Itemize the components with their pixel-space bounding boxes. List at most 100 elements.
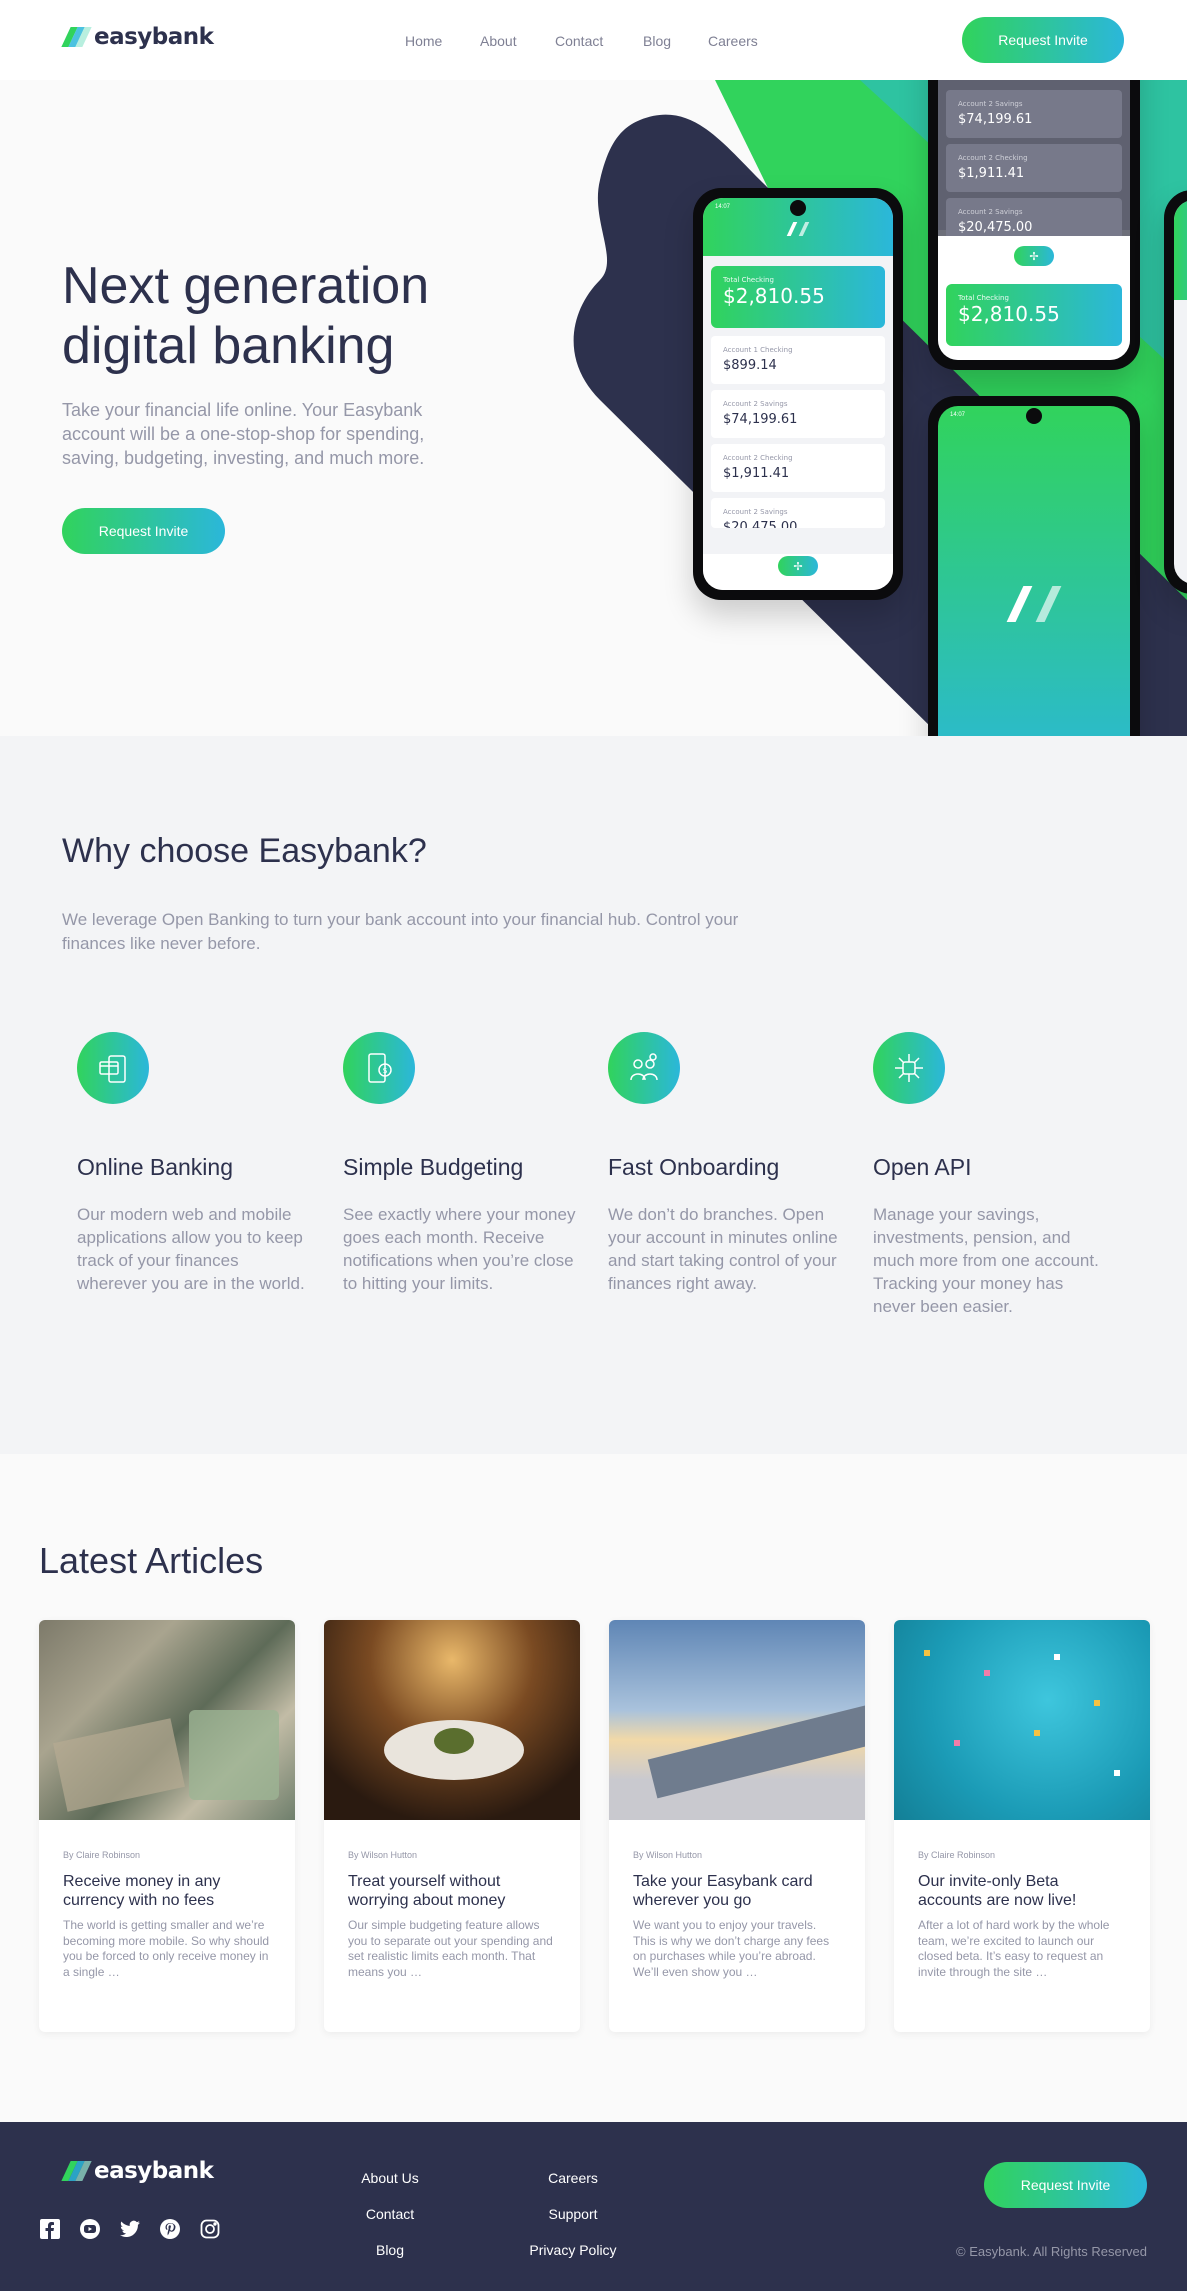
account-value: $1,911.41 [723,466,790,481]
footer-link-support[interactable]: Support [548,2206,597,2222]
feature-text: Our modern web and mobile applications a… [77,1205,305,1293]
account-value: $20,475.00 [723,520,798,528]
account-label: Account 2 Savings [723,400,788,408]
hero-title: Next generation digital banking [62,257,430,375]
why-description: We leverage Open Banking to turn your ba… [62,910,739,953]
footer-link-blog[interactable]: Blog [376,2242,404,2258]
hero-request-invite-button[interactable]: Request Invite [62,508,225,554]
account-label: Account 2 Checking [723,454,793,462]
total-value: $2,810.55 [723,284,825,308]
instagram-icon[interactable] [199,2218,220,2239]
total-checking-card: Total Checking $2,810.55 [711,266,885,328]
brand-name: easybank [94,2158,214,2184]
status-time: 14:07 [715,204,731,210]
article-card[interactable]: By Wilson Hutton Take your Easybank card… [609,1620,865,2032]
nav-blog[interactable]: Blog [643,33,671,49]
article-author: By Claire Robinson [63,1850,141,1860]
article-image-restaurant [324,1620,580,1820]
article-title[interactable]: Take your Easybank card wherever you go [633,1872,841,1910]
account-value: $1,911.41 [958,166,1025,181]
article-excerpt: After a lot of hard work by the whole te… [918,1918,1110,1979]
article-excerpt: Our simple budgeting feature allows you … [348,1918,553,1979]
nav-home[interactable]: Home [405,33,442,49]
article-author: By Wilson Hutton [633,1850,703,1860]
account-row: Account 1 Checking $899.14 [711,336,885,384]
hero-description: Take your financial life online. Your Ea… [62,400,425,468]
account-value: $74,199.61 [958,112,1033,127]
budgeting-icon: $ [343,1032,415,1104]
account-value: $74,199.61 [723,412,798,427]
article-card[interactable]: By Wilson Hutton Treat yourself without … [324,1620,580,2032]
total-label: Total Checking [723,276,774,284]
site-footer: easybank About Us Contact Blog Careers S… [0,2122,1187,2291]
feature-text: Manage your savings, investments, pensio… [873,1205,1099,1316]
nav-about[interactable]: About [480,33,517,49]
account-row: Account 2 Savings $74,199.61 [946,90,1122,138]
total-checking-card: Total Checking $2,810.55 [946,284,1122,346]
copyright: © Easybank. All Rights Reserved [956,2244,1147,2259]
add-icon: ✢ [778,556,818,576]
account-label: Account 2 Savings [723,508,788,516]
footer-link-careers[interactable]: Careers [548,2170,598,2186]
feature-text: We don’t do branches. Open your account … [608,1205,838,1293]
online-banking-icon [77,1032,149,1104]
article-card[interactable]: By Claire Robinson Receive money in any … [39,1620,295,2032]
twitter-icon[interactable] [119,2218,140,2239]
total-value: $2,810.55 [958,302,1060,326]
account-label: Account 1 Checking [723,346,793,354]
nav-contact[interactable]: Contact [555,33,603,49]
feature-title: Simple Budgeting [343,1154,524,1180]
phone-mockup-dashboard: 14:07 Total Checking $2,810.55 Account 1… [693,188,903,600]
logo-mark-icon [61,27,92,47]
why-section: Why choose Easybank? We leverage Open Ba… [0,736,1187,1454]
footer-link-contact[interactable]: Contact [366,2206,414,2222]
status-time: 14:07 [950,412,966,418]
brand-name: easybank [94,24,214,50]
onboarding-icon [608,1032,680,1104]
youtube-icon[interactable] [79,2218,100,2239]
footer-link-about[interactable]: About Us [361,2170,419,2186]
account-value: $899.14 [723,358,777,373]
account-label: Account 2 Savings [958,208,1023,216]
article-image-airplane [609,1620,865,1820]
feature-fast-onboarding: Fast Onboarding We don’t do branches. Op… [608,1032,848,1295]
phone-mockup-splash: 14:07 [928,396,1140,736]
articles-section: Latest Articles By Claire Robinson Recei… [0,1454,1187,2122]
social-links [39,2218,220,2239]
why-title: Why choose Easybank? [62,832,427,870]
pinterest-icon[interactable] [159,2218,180,2239]
phone-mockup-edge [1164,190,1187,594]
article-title[interactable]: Our invite-only Beta accounts are now li… [918,1872,1126,1910]
header-request-invite-button[interactable]: Request Invite [962,17,1124,63]
svg-text:$: $ [383,1066,388,1075]
article-excerpt: We want you to enjoy your travels. This … [633,1918,830,1979]
nav-careers[interactable]: Careers [708,33,758,49]
article-title[interactable]: Receive money in any currency with no fe… [63,1872,271,1910]
account-row: Account 2 Savings $20,475.00 [711,498,885,528]
article-excerpt: The world is getting smaller and we’re b… [63,1918,270,1979]
feature-title: Online Banking [77,1154,233,1180]
account-label: Account 2 Checking [958,154,1028,162]
footer-link-privacy[interactable]: Privacy Policy [529,2242,616,2258]
account-label: Account 2 Savings [958,100,1023,108]
account-row: Account 2 Savings $74,199.61 [711,390,885,438]
feature-open-api: Open API Manage your savings, investment… [873,1032,1113,1318]
facebook-icon[interactable] [39,2218,60,2239]
article-author: By Claire Robinson [918,1850,996,1860]
footer-brand-logo[interactable]: easybank [61,2158,214,2184]
account-row: Account 2 Checking $1,911.41 [946,144,1122,192]
total-label: Total Checking [958,294,1009,302]
feature-title: Fast Onboarding [608,1154,780,1180]
app-logo-icon [1006,586,1062,622]
feature-online-banking: Online Banking Our modern web and mobile… [77,1032,317,1295]
article-author: By Wilson Hutton [348,1850,418,1860]
article-card[interactable]: By Claire Robinson Our invite-only Beta … [894,1620,1150,2032]
app-logo-icon [786,222,810,236]
footer-request-invite-button[interactable]: Request Invite [984,2162,1147,2208]
account-row: Account 2 Checking $1,911.41 [711,444,885,492]
phone-mockup-accounts: Account 2 Savings $74,199.61 Account 2 Ch… [928,80,1140,370]
articles-title: Latest Articles [39,1540,264,1581]
site-header: easybank Home About Contact Blog Careers… [0,0,1187,80]
article-title[interactable]: Treat yourself without worrying about mo… [348,1872,556,1910]
brand-logo[interactable]: easybank [61,24,214,50]
